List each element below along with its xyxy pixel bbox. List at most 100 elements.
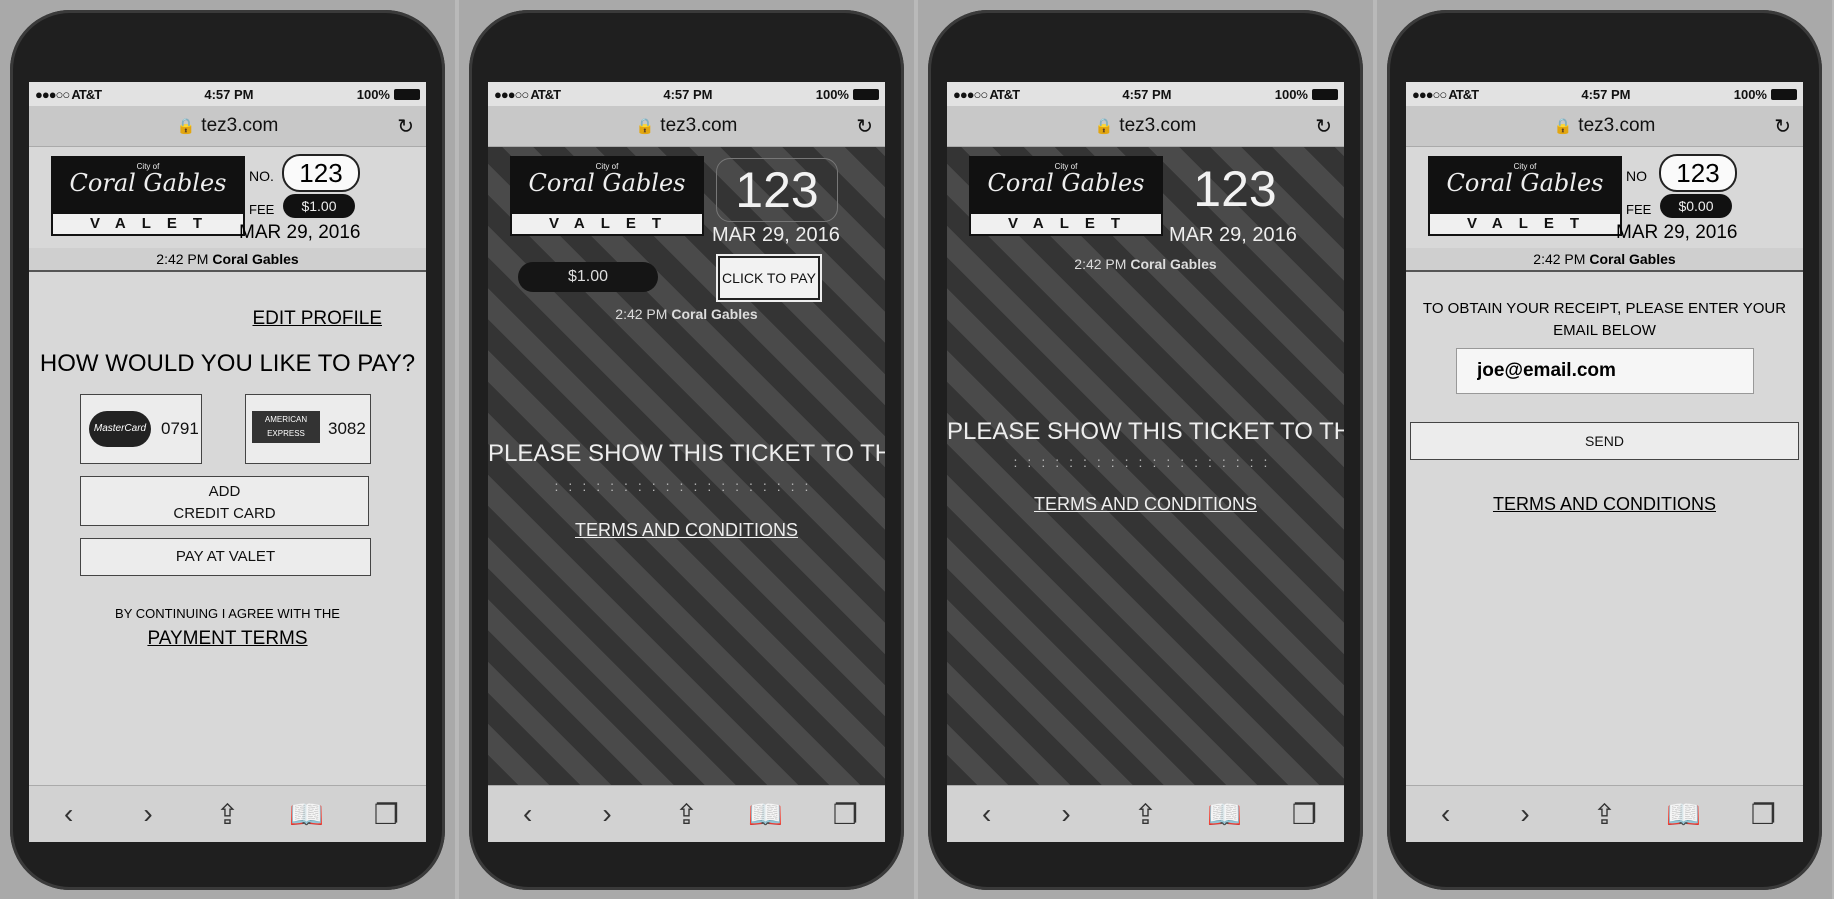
- email-field[interactable]: [1456, 348, 1754, 394]
- logo-name: Coral Gables: [1446, 169, 1604, 197]
- ticket-time: 2:42 PM: [156, 251, 209, 267]
- ticket-time-location: 2:42 PM Coral Gables: [29, 248, 426, 270]
- forward-icon[interactable]: ›: [1505, 798, 1545, 830]
- terms-link[interactable]: TERMS AND CONDITIONS: [1406, 494, 1803, 515]
- screen-payment: ●●●○○ AT&T 4:57 PM 100% 🔒 tez3.com ↻ Cit…: [29, 82, 426, 842]
- ticket-time: 2:42 PM: [1074, 256, 1127, 272]
- fee-badge: $0.00: [1660, 194, 1732, 218]
- back-icon[interactable]: ‹: [967, 798, 1007, 830]
- add-credit-card-button[interactable]: ADD CREDIT CARD: [80, 476, 369, 526]
- animated-dots: :::::::::::::::::::: [1013, 454, 1278, 470]
- battery-label: 100%: [1274, 86, 1308, 102]
- divider: [1406, 270, 1803, 272]
- tabs-icon[interactable]: ❐: [366, 798, 406, 831]
- ticket-location: Coral Gables: [1589, 251, 1676, 267]
- clock: 4:57 PM: [204, 86, 254, 102]
- back-icon[interactable]: ‹: [49, 798, 89, 830]
- send-button[interactable]: SEND: [1410, 422, 1799, 460]
- battery-label: 100%: [356, 86, 390, 102]
- ticket-number: 123: [716, 158, 838, 222]
- terms-link[interactable]: TERMS AND CONDITIONS: [488, 520, 885, 541]
- phone-frame: ●●●○○ AT&T 4:57 PM 100% 🔒 tez3.com ↻ Cit…: [928, 10, 1363, 890]
- no-label: NO: [1626, 168, 1647, 184]
- carrier: ●●●○○ AT&T: [494, 86, 561, 102]
- tabs-icon[interactable]: ❐: [1284, 798, 1324, 831]
- bookmarks-icon[interactable]: 📖: [1664, 798, 1704, 831]
- payment-terms-link[interactable]: PAYMENT TERMS: [29, 628, 426, 650]
- share-icon[interactable]: ⇪: [666, 798, 706, 831]
- logo-valet: VALET: [53, 214, 243, 234]
- reload-icon[interactable]: ↻: [856, 114, 873, 139]
- amex-option[interactable]: AMERICAN EXPRESS 3082: [245, 394, 371, 464]
- forward-icon[interactable]: ›: [587, 798, 627, 830]
- phone-panel-2: ●●●○○ AT&T 4:57 PM 100% 🔒 tez3.com ↻ Cit…: [459, 0, 914, 899]
- phone-panel-3: ●●●○○ AT&T 4:57 PM 100% 🔒 tez3.com ↻ Cit…: [918, 0, 1373, 899]
- url-text: tez3.com: [660, 115, 738, 136]
- phone-panel-1: ●●●○○ AT&T 4:57 PM 100% 🔒 tez3.com ↻ Cit…: [0, 0, 455, 899]
- share-icon[interactable]: ⇪: [1125, 798, 1165, 831]
- address-bar[interactable]: 🔒 tez3.com ↻: [29, 106, 426, 147]
- lock-icon: 🔒: [176, 118, 196, 135]
- safari-toolbar: ‹ › ⇪ 📖 ❐: [947, 785, 1344, 842]
- reload-icon[interactable]: ↻: [1315, 114, 1332, 139]
- ticket-time-location: 2:42 PM Coral Gables: [947, 256, 1344, 272]
- tabs-icon[interactable]: ❐: [825, 798, 865, 831]
- screen-receipt: ●●●○○ AT&T 4:57 PM 100% 🔒 tez3.com ↻ Cit…: [1406, 82, 1803, 842]
- screen-ticket-paid: ●●●○○ AT&T 4:57 PM 100% 🔒 tez3.com ↻ Cit…: [947, 82, 1344, 842]
- reload-icon[interactable]: ↻: [397, 114, 414, 139]
- phone-frame: ●●●○○ AT&T 4:57 PM 100% 🔒 tez3.com ↻ Cit…: [469, 10, 904, 890]
- agree-text: BY CONTINUING I AGREE WITH THE: [115, 606, 340, 621]
- bookmarks-icon[interactable]: 📖: [1205, 798, 1245, 831]
- back-icon[interactable]: ‹: [508, 798, 548, 830]
- lock-icon: 🔒: [635, 118, 655, 135]
- reload-icon[interactable]: ↻: [1774, 114, 1791, 139]
- ticket-time: 2:42 PM: [1533, 251, 1586, 267]
- address-bar[interactable]: 🔒 tez3.com ↻: [947, 106, 1344, 147]
- divider: [29, 270, 426, 272]
- ticket-time: 2:42 PM: [615, 306, 668, 322]
- show-ticket-message: PLEASE SHOW THIS TICKET TO THE VALET: [488, 440, 885, 467]
- screen-ticket-unpaid: ●●●○○ AT&T 4:57 PM 100% 🔒 tez3.com ↻ Cit…: [488, 82, 885, 842]
- pay-question: HOW WOULD YOU LIKE TO PAY?: [39, 350, 416, 377]
- address-bar[interactable]: 🔒 tez3.com ↻: [488, 106, 885, 147]
- fee-badge: $1.00: [518, 262, 658, 292]
- ticket-location: Coral Gables: [212, 251, 299, 267]
- phone-frame: ●●●○○ AT&T 4:57 PM 100% 🔒 tez3.com ↻ Cit…: [10, 10, 445, 890]
- ticket-time-location: 2:42 PM Coral Gables: [488, 306, 885, 322]
- ticket-number: 123: [282, 154, 360, 192]
- logo-valet: VALET: [1430, 214, 1620, 234]
- terms-link[interactable]: TERMS AND CONDITIONS: [947, 494, 1344, 515]
- carrier: ●●●○○ AT&T: [953, 86, 1020, 102]
- mastercard-option[interactable]: MasterCard 0791: [80, 394, 202, 464]
- bookmarks-icon[interactable]: 📖: [746, 798, 786, 831]
- address-bar[interactable]: 🔒 tez3.com ↻: [1406, 106, 1803, 147]
- card-last4: 3082: [328, 419, 366, 438]
- bookmarks-icon[interactable]: 📖: [287, 798, 327, 831]
- status-bar: ●●●○○ AT&T 4:57 PM 100%: [488, 82, 885, 106]
- ticket-date: MAR 29, 2016: [712, 224, 840, 246]
- phone-frame: ●●●○○ AT&T 4:57 PM 100% 🔒 tez3.com ↻ Cit…: [1387, 10, 1822, 890]
- amex-icon: AMERICAN EXPRESS: [252, 411, 320, 443]
- edit-profile-link[interactable]: EDIT PROFILE: [252, 308, 382, 330]
- logo-name: Coral Gables: [69, 169, 227, 197]
- back-icon[interactable]: ‹: [1426, 798, 1466, 830]
- forward-icon[interactable]: ›: [128, 798, 168, 830]
- battery-icon: [393, 88, 420, 100]
- animated-dots: :::::::::::::::::::: [554, 478, 819, 494]
- forward-icon[interactable]: ›: [1046, 798, 1086, 830]
- fee-label: FEE: [1626, 202, 1652, 217]
- battery-icon: [852, 88, 879, 100]
- url-text: tez3.com: [1119, 115, 1197, 136]
- receipt-prompt: TO OBTAIN YOUR RECEIPT, PLEASE ENTER YOU…: [1422, 300, 1787, 339]
- lock-icon: 🔒: [1553, 118, 1573, 135]
- tabs-icon[interactable]: ❐: [1743, 798, 1783, 831]
- share-icon[interactable]: ⇪: [1584, 798, 1624, 831]
- status-bar: ●●●○○ AT&T 4:57 PM 100%: [947, 82, 1344, 106]
- mastercard-icon: MasterCard: [89, 411, 151, 447]
- pay-at-valet-button[interactable]: PAY AT VALET: [80, 538, 371, 576]
- click-to-pay-button[interactable]: CLICK TO PAY: [716, 254, 822, 302]
- url-text: tez3.com: [201, 115, 279, 136]
- logo-name: Coral Gables: [987, 169, 1145, 197]
- safari-toolbar: ‹ › ⇪ 📖 ❐: [1406, 785, 1803, 842]
- share-icon[interactable]: ⇪: [207, 798, 247, 831]
